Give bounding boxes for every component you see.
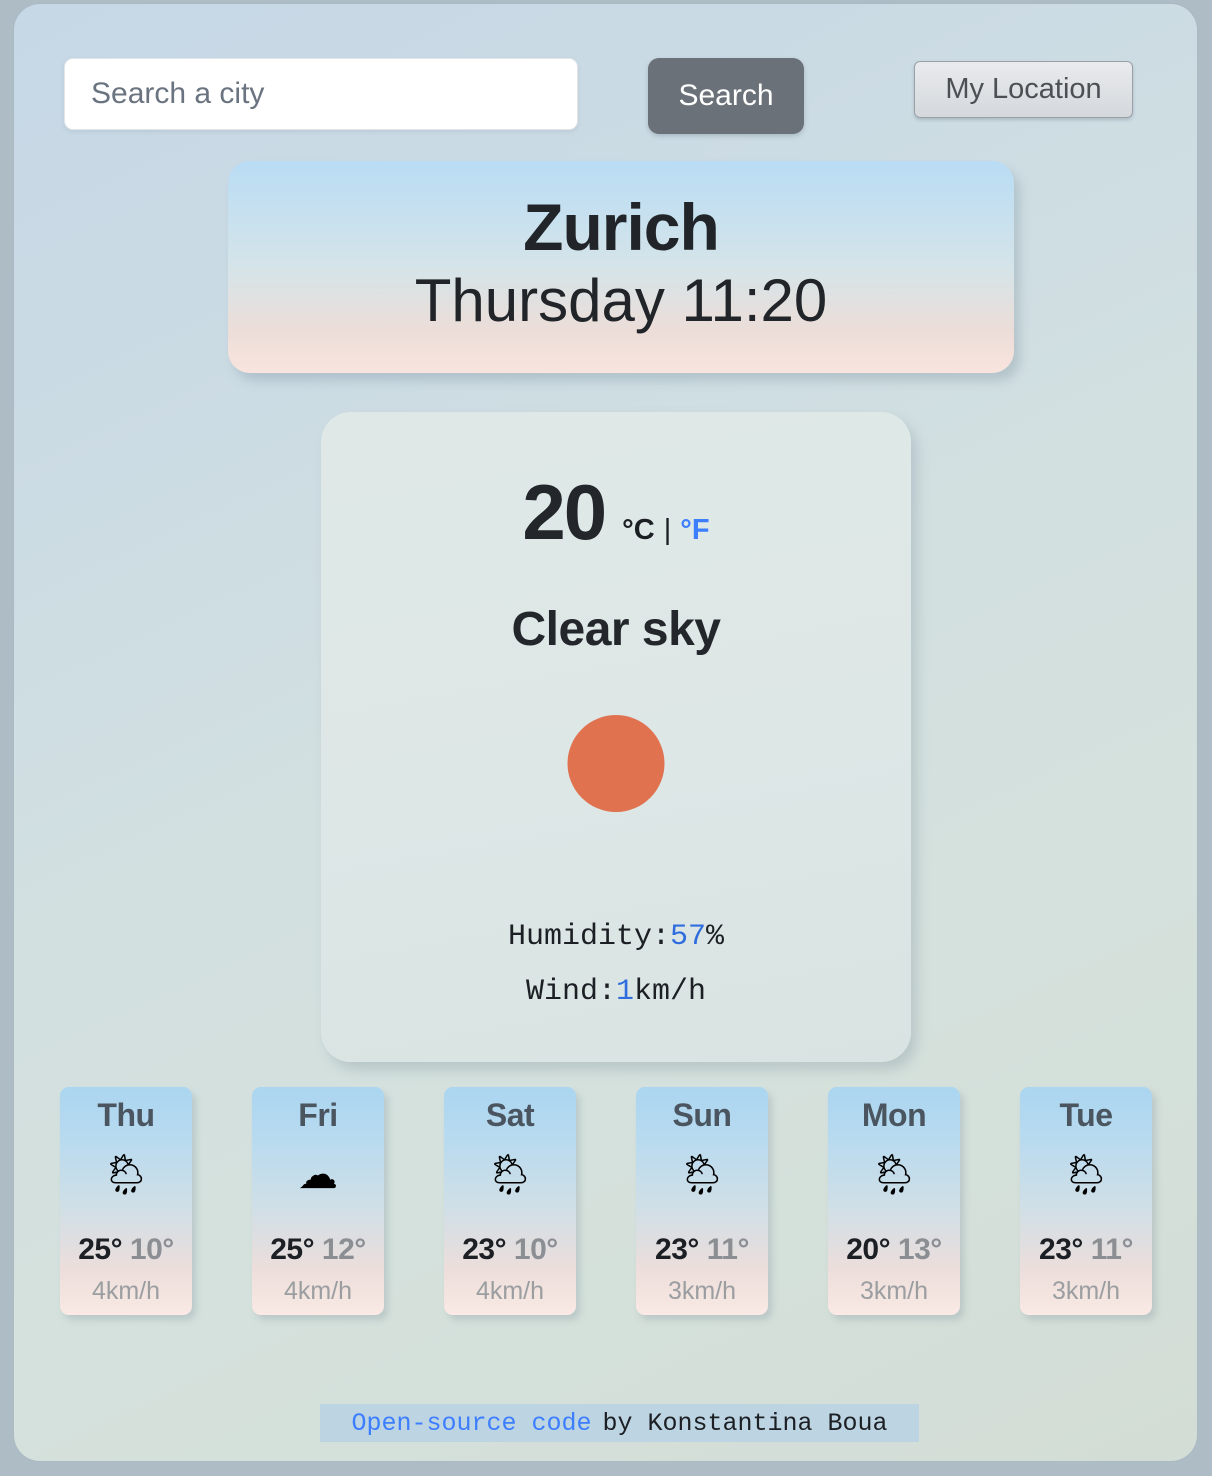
humidity-value: 57	[670, 920, 707, 954]
forecast-day-label: Sun	[672, 1097, 732, 1133]
forecast-temp-min: 13°	[897, 1233, 942, 1266]
forecast-temp-max: 23°	[462, 1233, 507, 1266]
forecast-card: Fri ☁ 25° 12° 4km/h	[252, 1087, 384, 1315]
my-location-button[interactable]: My Location	[914, 61, 1133, 118]
current-temperature: 20	[522, 468, 607, 556]
forecast-temp-max: 20°	[846, 1233, 891, 1266]
wind-suffix: km/h	[634, 975, 707, 1009]
forecast-wind: 3km/h	[1051, 1277, 1121, 1305]
unit-separator: |	[663, 514, 672, 546]
forecast-temp-max: 25°	[78, 1233, 123, 1266]
forecast-wind: 4km/h	[283, 1277, 353, 1305]
forecast-temps: 20° 13°	[828, 1233, 960, 1267]
city-header-card: Zurich Thursday 11:20	[228, 161, 1014, 373]
forecast-temps: 23° 11°	[636, 1233, 768, 1267]
forecast-temp-min: 10°	[513, 1233, 558, 1266]
forecast-temps: 25° 12°	[252, 1233, 384, 1267]
search-input[interactable]	[64, 58, 578, 130]
unit-fahrenheit-button[interactable]: °F	[680, 514, 709, 547]
wind-value: 1	[615, 975, 634, 1009]
forecast-temp-min: 10°	[129, 1233, 174, 1266]
forecast-wind: 3km/h	[859, 1277, 929, 1305]
forecast-day-label: Tue	[1059, 1097, 1113, 1133]
humidity-suffix: %	[706, 920, 725, 954]
forecast-wind: 3km/h	[667, 1277, 737, 1305]
sun-icon	[567, 715, 665, 812]
forecast-temps: 23° 11°	[1020, 1233, 1152, 1267]
humidity-label: Humidity:	[507, 920, 670, 954]
forecast-temp-max: 25°	[270, 1233, 315, 1266]
forecast-day-label: Fri	[298, 1097, 338, 1133]
open-source-code-link[interactable]: Open-source code	[351, 1409, 591, 1438]
forecast-card: Tue 🌦 23° 11° 3km/h	[1020, 1087, 1152, 1315]
city-name: Zurich	[523, 190, 720, 265]
footer-credit: by Konstantina Boua	[602, 1408, 888, 1438]
sun-behind-rain-cloud-icon: 🌦	[868, 1153, 920, 1197]
search-bar: Search My Location	[14, 4, 1197, 144]
forecast-card: Sat 🌦 23° 10° 4km/h	[444, 1087, 576, 1315]
current-weather-card: 20 °C | °F Clear sky Humidity:57% Wind:1…	[321, 412, 911, 1062]
forecast-temp-max: 23°	[655, 1233, 699, 1266]
forecast-temp-min: 12°	[321, 1233, 366, 1266]
forecast-temp-max: 23°	[1039, 1233, 1083, 1266]
forecast-card: Thu 🌦 25° 10° 4km/h	[60, 1087, 192, 1315]
sun-behind-rain-cloud-icon: 🌦	[100, 1153, 152, 1197]
wind-row: Wind:1km/h	[321, 975, 911, 1009]
weather-app-shell: Search My Location Zurich Thursday 11:20…	[14, 4, 1197, 1461]
cloud-icon: ☁	[298, 1153, 338, 1197]
forecast-day-label: Mon	[861, 1097, 927, 1133]
forecast-card: Mon 🌦 20° 13° 3km/h	[828, 1087, 960, 1315]
forecast-card: Sun 🌦 23° 11° 3km/h	[636, 1087, 768, 1315]
forecast-temps: 25° 10°	[60, 1233, 192, 1267]
humidity-row: Humidity:57%	[321, 920, 911, 954]
wind-label: Wind:	[525, 975, 616, 1009]
city-datetime: Thursday 11:20	[414, 266, 828, 334]
sun-behind-rain-cloud-icon: 🌦	[1060, 1153, 1112, 1197]
forecast-wind: 4km/h	[91, 1277, 161, 1305]
forecast-temp-min: 11°	[1090, 1233, 1134, 1266]
weather-condition-text: Clear sky	[511, 603, 722, 656]
unit-celsius-button[interactable]: °C	[622, 514, 655, 547]
forecast-day-label: Thu	[97, 1097, 155, 1133]
forecast-temp-min: 11°	[706, 1233, 750, 1266]
search-button[interactable]: Search	[648, 58, 804, 134]
forecast-temps: 23° 10°	[444, 1233, 576, 1267]
footer: Open-source code by Konstantina Boua	[320, 1404, 919, 1442]
temperature-row: 20 °C | °F	[321, 467, 911, 558]
forecast-strip: Thu 🌦 25° 10° 4km/h Fri ☁ 25° 12° 4km/h Sat 🌦 23° …	[60, 1087, 1152, 1317]
forecast-day-label: Sat	[485, 1097, 535, 1133]
forecast-wind: 4km/h	[475, 1277, 545, 1305]
sun-behind-rain-cloud-icon: 🌦	[676, 1153, 728, 1197]
sun-behind-rain-cloud-icon: 🌦	[484, 1153, 536, 1197]
unit-toggle: °C | °F	[622, 514, 709, 547]
